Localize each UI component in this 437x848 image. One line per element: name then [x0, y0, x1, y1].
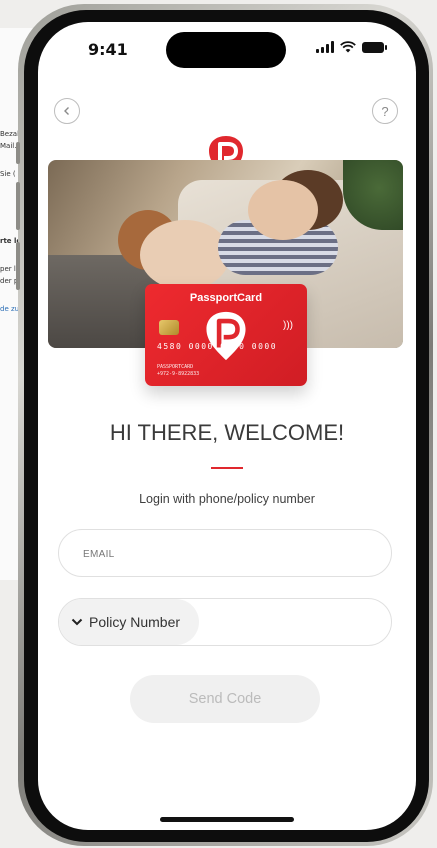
card-chip-icon	[159, 320, 179, 335]
cellular-signal-icon	[316, 41, 334, 53]
background-text: Sie (	[0, 170, 16, 178]
home-indicator[interactable]	[160, 817, 294, 822]
card-logo-icon	[206, 311, 246, 361]
phone-side-button	[16, 242, 20, 290]
passportcard-card-image: PassportCard ))) 4580 0000 0000 0000 PAS…	[145, 284, 307, 386]
help-button[interactable]: ?	[372, 98, 398, 124]
policy-type-label: Policy Number	[89, 614, 181, 630]
card-brand: PassportCard	[189, 292, 263, 304]
back-button[interactable]	[54, 98, 80, 124]
chevron-left-icon	[64, 107, 69, 115]
email-field[interactable]	[58, 529, 392, 578]
question-mark-icon: ?	[381, 103, 389, 119]
policy-type-dropdown[interactable]: Policy Number	[59, 599, 199, 645]
send-code-button[interactable]: Send Code	[130, 675, 320, 723]
card-number: 4580 0000 0000 0000	[157, 342, 278, 351]
email-input[interactable]	[81, 530, 365, 578]
policy-number-field[interactable]: Policy Number	[58, 598, 392, 646]
status-time: 9:41	[88, 40, 128, 59]
wifi-icon	[340, 41, 356, 53]
background-link: de zu	[0, 305, 20, 313]
app-screen: 9:41 ? PassportCard))) 4580 0000 0000 0…	[38, 22, 416, 830]
chevron-down-icon	[71, 618, 83, 626]
welcome-title: HI THERE, WELCOME!	[109, 420, 345, 445]
title-divider	[211, 467, 243, 469]
login-subtitle: Login with phone/policy number	[139, 492, 315, 506]
background-text: per l	[0, 265, 16, 273]
status-icons	[316, 41, 387, 53]
dynamic-island	[166, 32, 286, 68]
phone-side-button	[16, 182, 20, 230]
battery-icon	[362, 42, 387, 53]
background-text: Mail.	[0, 142, 17, 150]
card-holder: PASSPORTCARD +972-9-8922833	[157, 364, 200, 377]
status-bar: 9:41	[38, 22, 416, 74]
contactless-icon: )))	[283, 320, 293, 331]
phone-side-button	[16, 142, 20, 164]
